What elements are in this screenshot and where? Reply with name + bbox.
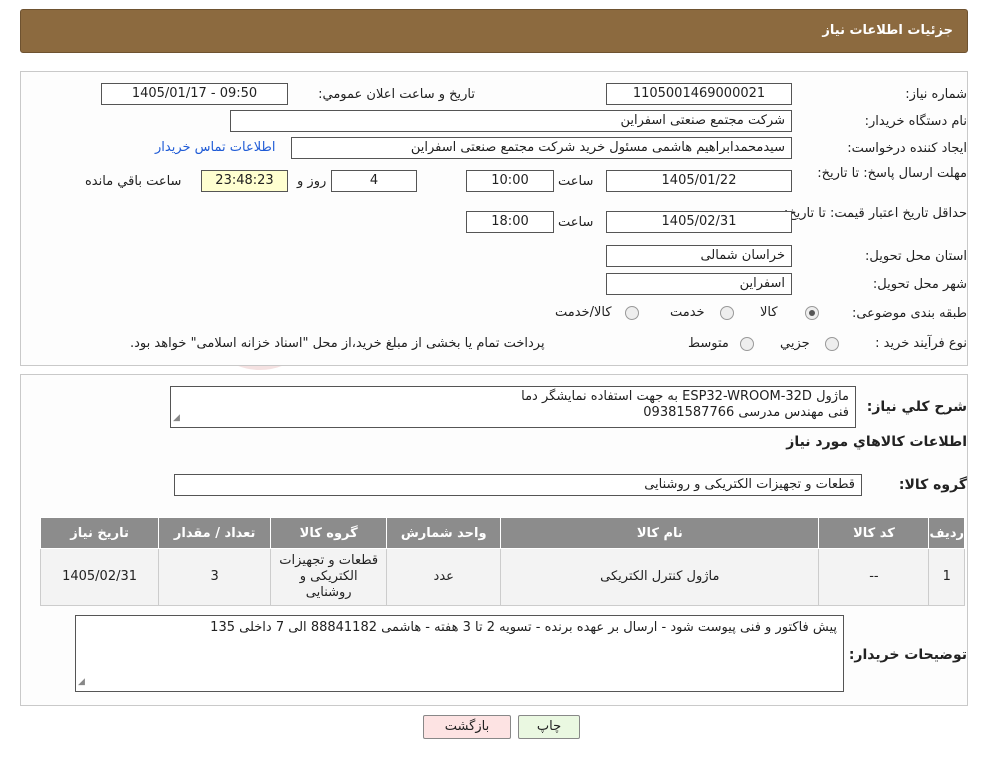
process-radio-medium[interactable] [740,337,754,351]
description-label: شرح کلي نياز: [866,399,967,415]
cell-need-date: 1405/02/31 [39,548,160,606]
col-quantity: تعداد / مقدار [158,517,272,549]
cell-unit: عدد [386,548,502,606]
buyer-contact-link[interactable]: اطلاعات تماس خریدار [155,140,275,155]
requester-label: ايجاد کننده درخواست: [847,141,967,156]
col-need-date: تاريخ نياز [39,517,160,549]
cell-code: -- [818,548,930,606]
process-radio-minor[interactable] [825,337,839,351]
price-validity-time-field: 18:00 [466,211,554,233]
process-option-minor: جزيي [780,336,810,351]
deadline-label: مهلت ارسال پاسخ: تا تاریخ: [817,166,967,181]
buyer-notes-text: پیش فاکتور و فنی پیوست شود - ارسال بر عه… [210,620,837,635]
cell-row: 1 [928,548,965,606]
goods-group-label: گروه کالا: [898,477,967,493]
col-row: رديف [928,517,965,549]
print-button[interactable]: چاپ [518,715,580,739]
process-type-label: نوع فرآيند خريد : [875,336,967,351]
cell-name: ماژول کنترل الکتریکی [500,548,820,606]
need-number-field: 1105001469000021 [606,83,792,105]
description-textarea[interactable]: ماژول ESP32-WROOM-32D به جهت استفاده نما… [170,386,856,428]
buyer-notes-textarea[interactable]: پیش فاکتور و فنی پیوست شود - ارسال بر عه… [75,615,844,692]
col-code: کد کالا [818,517,930,549]
days-remaining-field: 4 [331,170,417,192]
province-label: استان محل تحویل: [865,249,967,264]
province-field: خراسان شمالی [606,245,792,267]
city-field: اسفراین [606,273,792,295]
goods-table-header: رديف کد کالا نام کالا واحد شمارش گروه کا… [39,517,965,549]
price-validity-date-field: 1405/02/31 [606,211,792,233]
table-row: 1 -- ماژول کنترل الکتریکی عدد قطعات و تج… [39,548,965,606]
days-label: روز و [297,174,327,189]
col-unit: واحد شمارش [386,517,502,549]
process-payment-note: پرداخت تمام یا بخشی از مبلغ خرید،از محل … [130,336,545,351]
cell-quantity: 3 [158,548,272,606]
goods-group-field: قطعات و تجهیزات الکتریکی و روشنایی [174,474,862,496]
category-option-service: خدمت [670,305,705,320]
goods-section-title: اطلاعات کالاهاي مورد نياز [786,434,967,450]
announce-date-label: تاریخ و ساعت اعلان عمومي: [318,87,475,102]
need-number-label: شماره نیاز: [905,87,967,102]
price-validity-label: حداقل تاريخ اعتبار قيمت: تا تاریخ: [783,206,967,221]
remaining-time-field: 23:48:23 [201,170,288,192]
page-title: جزئیات اطلاعات نیاز [822,23,953,38]
category-radio-service[interactable] [720,306,734,320]
announce-date-field: 1405/01/17 - 09:50 [101,83,288,105]
col-group: گروه کالا [270,517,388,549]
buyer-org-field: شرکت مجتمع صنعتی اسفراین [230,110,792,132]
category-radio-goods-service[interactable] [625,306,639,320]
category-label: طبقه بندی موضوعی: [851,306,967,321]
resize-grip-icon[interactable]: ◢ [173,410,180,426]
page-header: جزئیات اطلاعات نیاز [20,9,968,53]
description-line-2: فنی مهندس مدرسی 09381587766 [643,405,849,420]
goods-table: رديف کد کالا نام کالا واحد شمارش گروه کا… [39,517,965,606]
cell-group: قطعات و تجهیزات الکتریکی و روشنایی [270,548,388,606]
requester-field: سیدمحمدابراهیم هاشمی مسئول خرید شرکت مجت… [291,137,792,159]
validity-time-label: ساعت [558,215,594,230]
buyer-notes-label: توضيحات خريدار: [848,647,967,663]
description-line-1: ماژول ESP32-WROOM-32D به جهت استفاده نما… [521,389,849,404]
category-option-goods-service: کالا/خدمت [555,305,612,320]
deadline-time-label: ساعت [558,174,594,189]
deadline-time-field: 10:00 [466,170,554,192]
process-option-medium: متوسط [688,336,729,351]
buyer-org-label: نام دستگاه خريدار: [864,114,967,129]
resize-grip-icon[interactable]: ◢ [78,674,85,690]
city-label: شهر محل تحویل: [872,277,967,292]
col-name: نام کالا [500,517,820,549]
category-radio-goods[interactable] [805,306,819,320]
category-option-goods: کالا [760,305,778,320]
deadline-date-field: 1405/01/22 [606,170,792,192]
remaining-time-label: ساعت باقي مانده [85,174,182,189]
back-button[interactable]: بازگشت [423,715,511,739]
